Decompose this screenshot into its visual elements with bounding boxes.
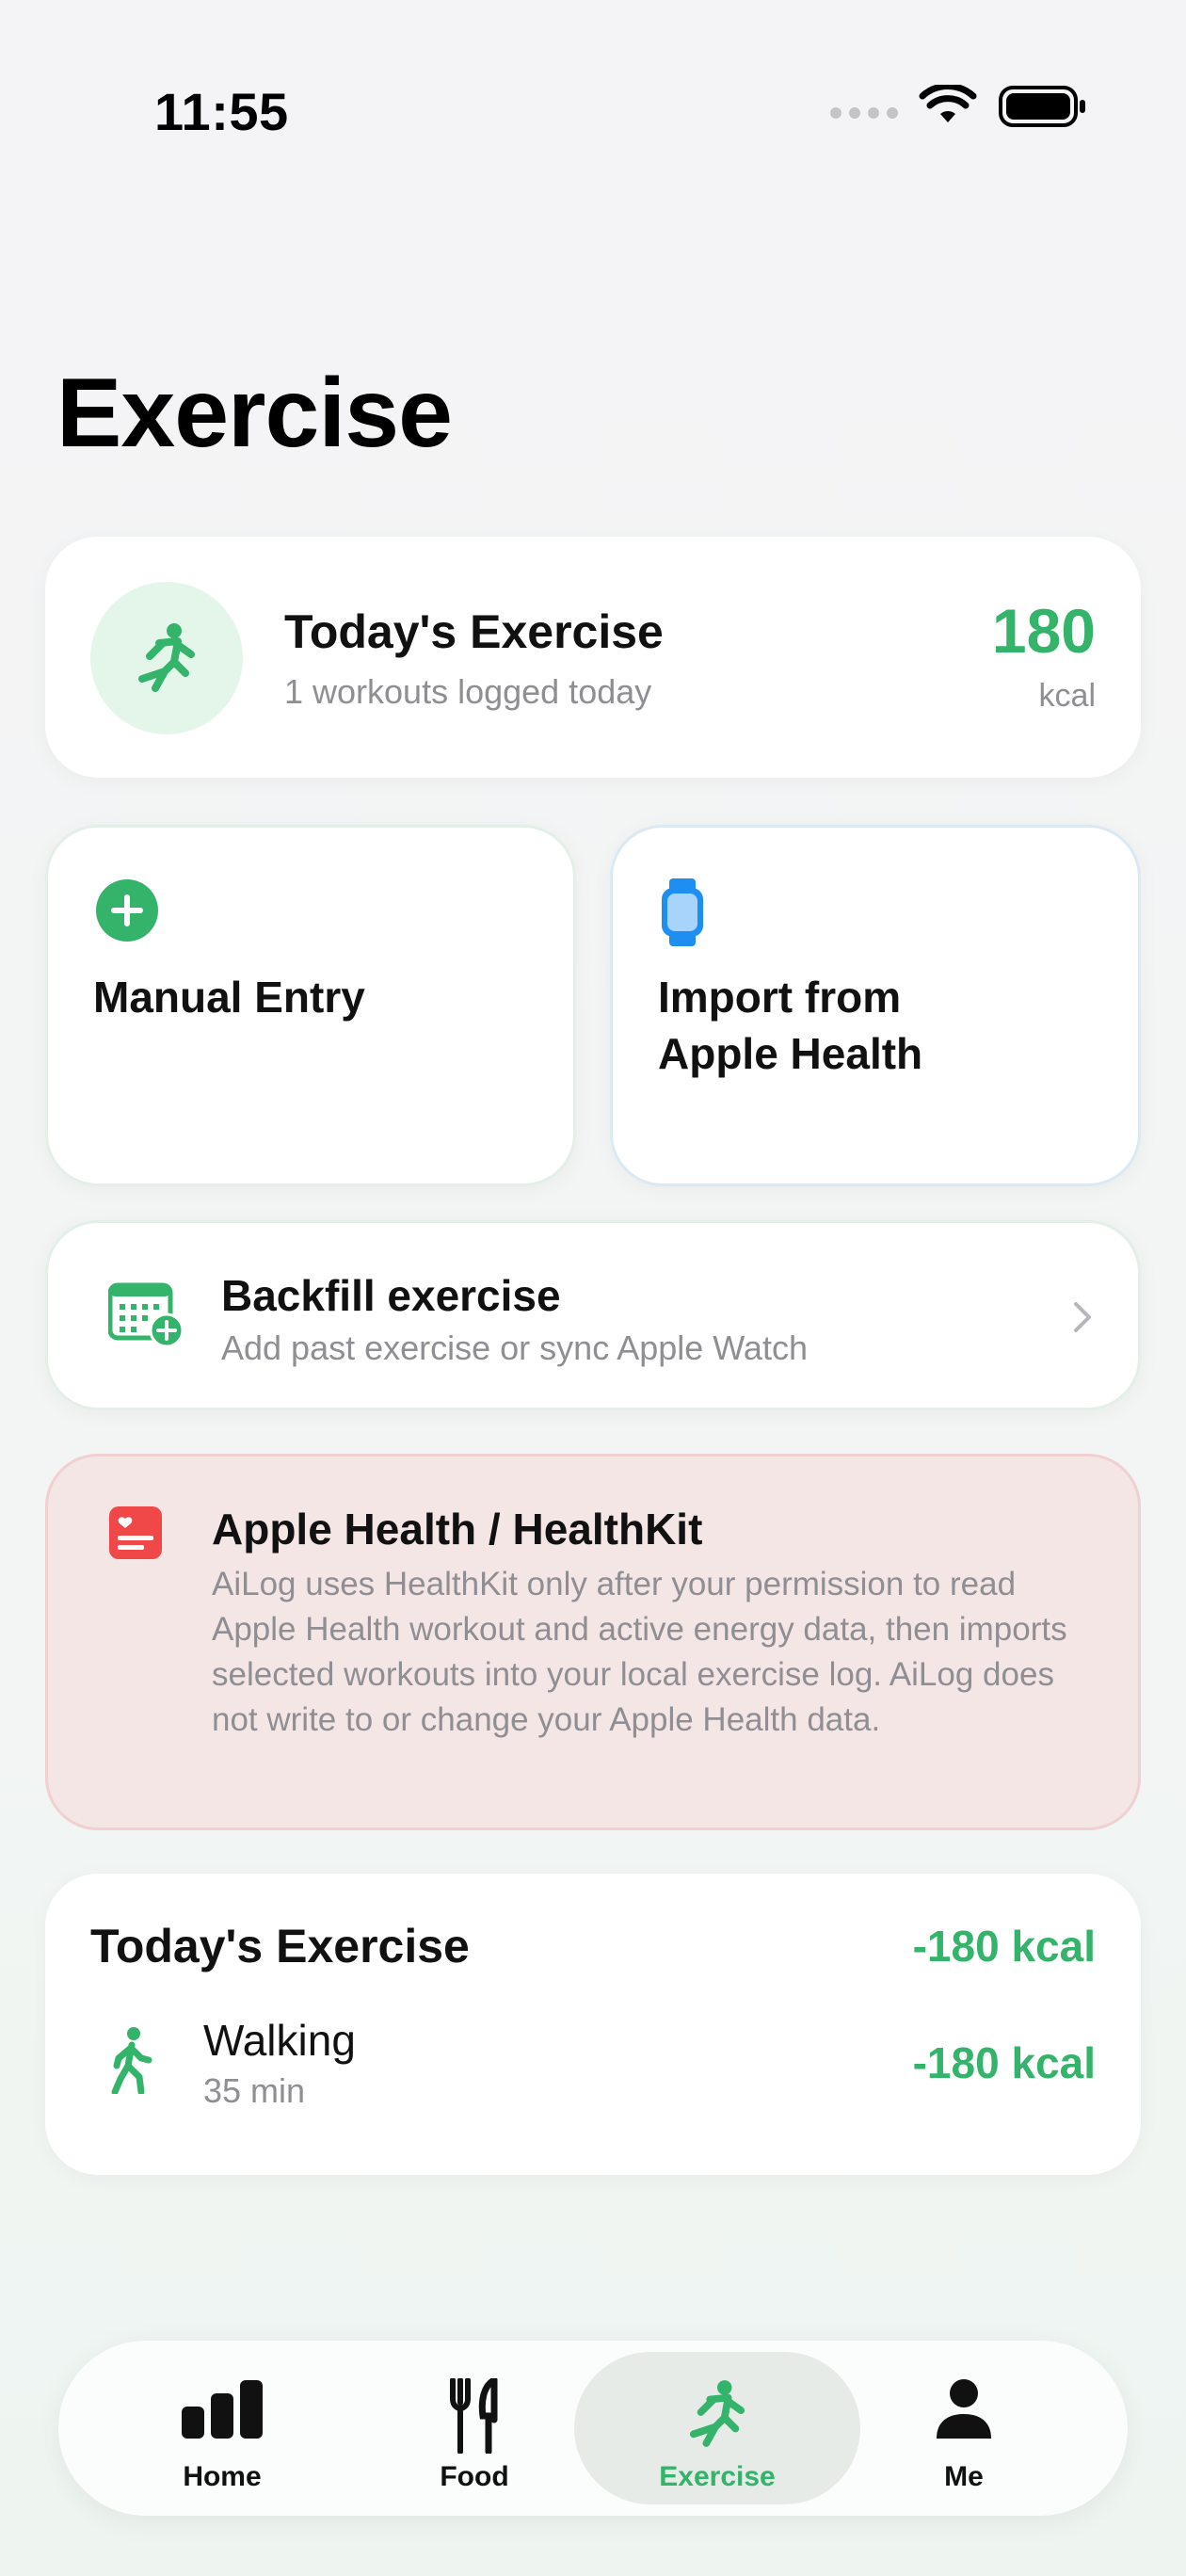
import-label-line2: Apple Health [658,1029,923,1078]
healthkit-title: Apple Health / HealthKit [212,1505,703,1554]
backfill-title: Backfill exercise [221,1271,561,1320]
summary-kcal-value: 180 [991,596,1096,666]
figure-walk-icon [111,2027,152,2094]
today-exercise-list: Today's Exercise -180 kcal Walking 35 mi… [45,1874,1141,2175]
exercise-duration: 35 min [203,2071,306,2110]
exercise-summary-card: Today's Exercise 1 workouts logged today… [45,537,1141,778]
backfill-subtitle: Add past exercise or sync Apple Watch [221,1328,808,1367]
battery-icon [999,86,1085,127]
tab-home[interactable]: Home [79,2352,365,2504]
tab-me[interactable]: Me [821,2352,1107,2504]
manual-entry-label: Manual Entry [93,973,365,1022]
cellular-signal-icon [830,107,898,119]
apple-watch-icon [662,878,703,946]
backfill-exercise-row[interactable]: Backfill exercise Add past exercise or s… [45,1220,1141,1410]
healthkit-info-card: Apple Health / HealthKit AiLog uses Heal… [45,1454,1141,1830]
tab-bar: Home Food Exercise Me [58,2341,1128,2516]
chevron-right-icon [1074,1302,1091,1332]
health-record-icon [109,1506,162,1559]
today-total-kcal: -180 kcal [912,1922,1096,1971]
summary-subtitle: 1 workouts logged today [284,672,652,711]
figure-run-icon [90,582,243,734]
status-icons [830,85,1088,128]
import-apple-health-button[interactable]: Import from Apple Health [610,825,1141,1186]
tab-exercise-label: Exercise [659,2461,776,2492]
status-time: 11:55 [154,82,289,141]
manual-entry-button[interactable]: Manual Entry [45,825,576,1186]
person-icon [937,2379,991,2439]
summary-title: Today's Exercise [284,605,664,658]
figure-run-icon [689,2380,745,2447]
summary-kcal-unit: kcal [1038,678,1096,714]
calendar-plus-icon [108,1282,184,1347]
exercise-row[interactable]: Walking 35 min -180 kcal [45,2015,1141,2137]
page-title: Exercise [56,359,453,468]
fork-knife-icon [450,2378,498,2454]
tab-exercise[interactable]: Exercise [574,2352,860,2504]
tab-home-label: Home [183,2461,262,2492]
chart-bar-icon [182,2380,263,2439]
plus-circle-icon [96,879,158,942]
import-label-line1: Import from [658,973,902,1022]
healthkit-body: AiLog uses HealthKit only after your per… [212,1566,1067,1738]
exercise-name: Walking [203,2016,356,2065]
exercise-kcal: -180 kcal [912,2038,1096,2087]
today-list-title: Today's Exercise [90,1920,470,1972]
wifi-icon [919,85,977,122]
tab-me-label: Me [944,2461,984,2492]
